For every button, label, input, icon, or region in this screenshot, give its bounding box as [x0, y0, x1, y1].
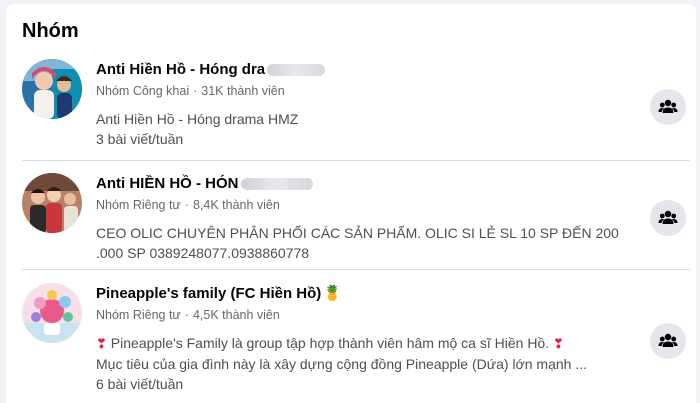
row-divider: [22, 160, 690, 161]
description-line: CEO OLIC CHUYÊN PHÂN PHỐI CÁC SẢN PHẨM. …: [96, 225, 619, 241]
group-row[interactable]: Pineapple's family (FC Hiền Hồ) 🍍 Nhóm R…: [6, 280, 696, 403]
group-join-icon: [658, 99, 678, 113]
group-members: 31K thành viên: [201, 84, 285, 98]
description-text: Pineapple's Family là group tập hợp thàn…: [110, 335, 550, 351]
group-description: Anti Hiền Hồ - Hóng drama HMZ: [96, 109, 636, 129]
group-name[interactable]: Anti Hiền Hồ - Hóng dra: [96, 60, 636, 80]
redacted-text: [267, 64, 326, 76]
group-name[interactable]: Pineapple's family (FC Hiền Hồ) 🍍: [96, 284, 636, 304]
group-name-text[interactable]: Anti HIỀN HỒ - HÓN: [96, 174, 239, 194]
description-line: Anti Hiền Hồ - Hóng drama HMZ: [96, 111, 299, 127]
group-members: 4,5K thành viên: [192, 308, 280, 322]
group-avatar[interactable]: [22, 173, 82, 233]
redacted-text: [240, 178, 313, 190]
pineapple-icon: 🍍: [323, 285, 342, 302]
group-info: Anti HIỀN HỒ - HÓN Nhóm Riêng tư · 8,4K …: [96, 174, 636, 263]
group-description: CEO OLIC CHUYÊN PHÂN PHỐI CÁC SẢN PHẨM. …: [96, 223, 636, 263]
join-group-button[interactable]: [650, 89, 686, 125]
avatar-image: [22, 59, 82, 119]
heart-icon: ❣: [553, 336, 564, 351]
group-join-icon: [658, 333, 678, 347]
group-info: Pineapple's family (FC Hiền Hồ) 🍍 Nhóm R…: [96, 284, 636, 394]
group-meta: Nhóm Riêng tư · 4,5K thành viên: [96, 307, 636, 324]
row-divider: [22, 269, 690, 270]
group-members: 8,4K thành viên: [192, 198, 280, 212]
group-meta: Nhóm Riêng tư · 8,4K thành viên: [96, 197, 636, 214]
avatar-image: [22, 173, 82, 233]
groups-card: Nhóm Anti Hiền Hồ - Hóng dra Nhóm Công k…: [6, 4, 696, 403]
avatar-image: [22, 283, 82, 343]
group-privacy: Nhóm Riêng tư: [96, 308, 181, 322]
description-line: ❣ Pineapple's Family là group tập hợp th…: [96, 333, 636, 354]
group-privacy: Nhóm Công khai: [96, 84, 190, 98]
heart-icon: ❣: [96, 336, 107, 351]
group-row[interactable]: Anti HIỀN HỒ - HÓN Nhóm Riêng tư · 8,4K …: [6, 170, 696, 266]
group-privacy: Nhóm Riêng tư: [96, 198, 181, 212]
group-name[interactable]: Anti HIỀN HỒ - HÓN: [96, 174, 636, 194]
join-group-button[interactable]: [650, 200, 686, 236]
group-description: ❣ Pineapple's Family là group tập hợp th…: [96, 333, 636, 374]
description-line: Mục tiêu của gia đình này là xây dựng cộ…: [96, 356, 587, 372]
group-avatar[interactable]: [22, 283, 82, 343]
meta-separator: ·: [184, 198, 189, 212]
post-frequency: 3 bài viết/tuần: [96, 131, 184, 147]
section-title: Nhóm: [22, 20, 79, 42]
description-line: .000 SP 0389248077.0938860778: [96, 245, 310, 261]
group-avatar[interactable]: [22, 59, 82, 119]
group-row[interactable]: Anti Hiền Hồ - Hóng dra Nhóm Công khai ·…: [6, 56, 696, 160]
post-frequency: 6 bài viết/tuần: [96, 376, 184, 392]
group-info: Anti Hiền Hồ - Hóng dra Nhóm Công khai ·…: [96, 60, 636, 149]
meta-separator: ·: [193, 84, 198, 98]
group-meta: Nhóm Công khai · 31K thành viên: [96, 83, 636, 100]
meta-separator: ·: [184, 308, 189, 322]
join-group-button[interactable]: [650, 323, 686, 359]
group-join-icon: [658, 210, 678, 224]
group-name-text[interactable]: Pineapple's family (FC Hiền Hồ): [96, 284, 321, 304]
group-name-text[interactable]: Anti Hiền Hồ - Hóng dra: [96, 60, 265, 80]
